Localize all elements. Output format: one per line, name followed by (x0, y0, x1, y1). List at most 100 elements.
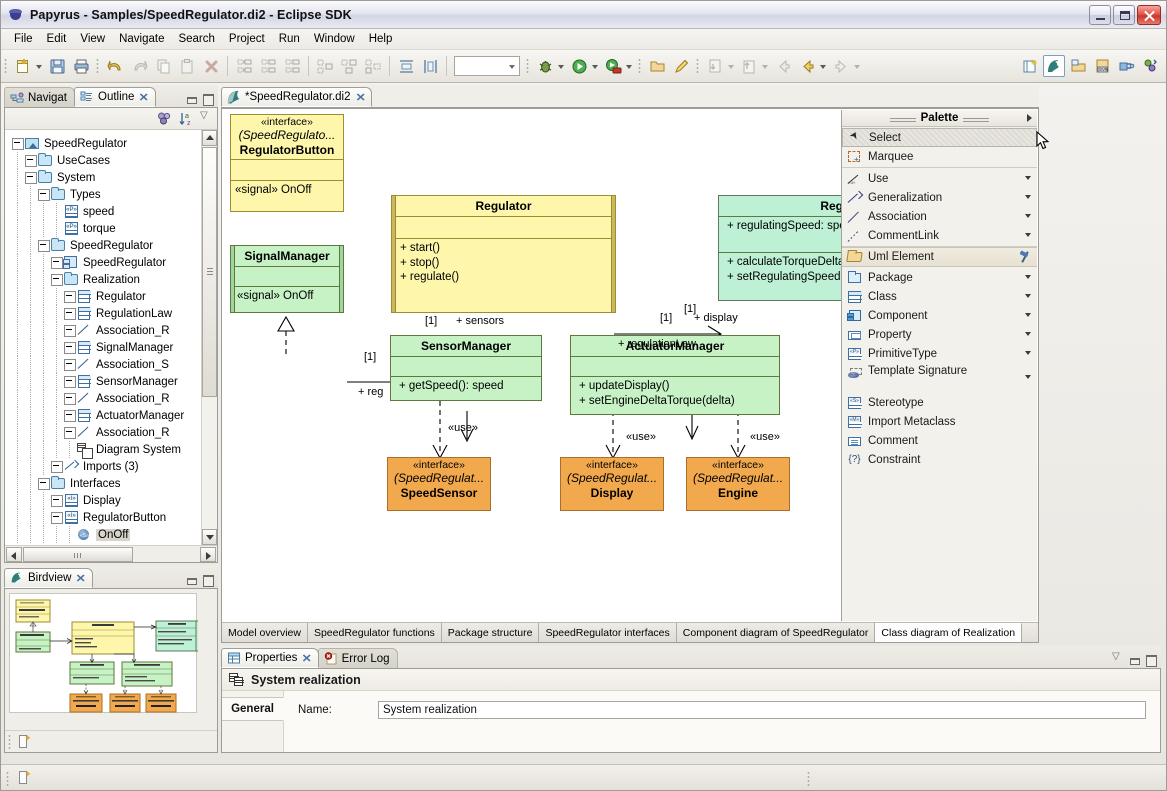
toolbar-grip[interactable] (3, 57, 9, 75)
menu-project[interactable]: Project (222, 31, 272, 47)
maximize-icon[interactable] (201, 93, 214, 105)
tree-vertical-scrollbar[interactable] (201, 130, 217, 545)
uml-node-sensormanager[interactable]: SensorManager + getSpeed(): speed (390, 335, 542, 401)
status-grip[interactable] (5, 770, 11, 786)
minimize-button[interactable] (1089, 5, 1111, 25)
palette-item-select[interactable]: Select (842, 128, 1037, 147)
expander-plus-icon[interactable] (63, 324, 76, 337)
expander-plus-icon[interactable] (50, 460, 63, 473)
tree-row-association-r2[interactable]: Association_R (11, 390, 217, 407)
chevron-down-icon[interactable] (1025, 214, 1031, 218)
diagram-tab-speedregulator-interfaces[interactable]: SpeedRegulator interfaces (539, 623, 676, 642)
chevron-down-icon[interactable] (1025, 195, 1031, 199)
close-icon[interactable]: ✕ (76, 572, 85, 585)
new-document-icon[interactable] (12, 55, 34, 77)
minimize-icon[interactable] (185, 574, 198, 586)
view-menu-icon[interactable] (1112, 654, 1125, 666)
svn-repository-icon[interactable]: SVN (1091, 55, 1113, 77)
palette-item-commentlink[interactable]: CommentLink (842, 226, 1037, 245)
plugin-icon[interactable] (1115, 55, 1137, 77)
palette-item-generalization[interactable]: Generalization (842, 188, 1037, 207)
uml-node-speedsensor[interactable]: «interface» (SpeedRegulat... SpeedSensor (387, 457, 491, 511)
birdview-grip[interactable] (7, 733, 13, 751)
run-dropdown-arrow[interactable] (591, 58, 600, 74)
scroll-right-button[interactable] (200, 547, 216, 562)
expander-minus-icon[interactable] (37, 239, 50, 252)
menu-edit[interactable]: Edit (40, 31, 74, 47)
expander-minus-icon[interactable] (37, 188, 50, 201)
tree-row-system[interactable]: System (11, 169, 217, 186)
menu-window[interactable]: Window (307, 31, 362, 47)
tree-row-speedregulator[interactable]: SpeedRegulator (11, 135, 217, 152)
palette-item-package[interactable]: Package (842, 268, 1037, 287)
papyrus-bird-icon[interactable] (1043, 55, 1065, 77)
palette-drawer-uml-element[interactable]: Uml Element (842, 247, 1037, 267)
chevron-down-icon[interactable] (1025, 233, 1031, 237)
tree-row-display[interactable]: «I» Display (11, 492, 217, 509)
tree-row-usecases[interactable]: UseCases (11, 152, 217, 169)
diagram-tab-package-structure[interactable]: Package structure (442, 623, 540, 642)
tree-row-association-r1[interactable]: Association_R (11, 322, 217, 339)
expander-plus-icon[interactable] (50, 256, 63, 269)
expander-plus-icon[interactable] (24, 154, 37, 167)
chevron-down-icon[interactable] (1025, 332, 1031, 336)
tree-row-torque[interactable]: «P» torque (11, 220, 217, 237)
maximize-icon[interactable] (201, 574, 214, 586)
menu-help[interactable]: Help (362, 31, 400, 47)
tab-outline[interactable]: Outline ✕ (74, 87, 156, 107)
property-tab-general[interactable]: General (222, 697, 284, 721)
close-icon[interactable]: ✕ (139, 91, 148, 104)
tree-row-actuatormanager[interactable]: ActuatorManager (11, 407, 217, 424)
palette-item-template-signature[interactable]: Template Signature (842, 363, 1037, 393)
tree-row-association-s[interactable]: Association_S (11, 356, 217, 373)
diagram-tab-class-diagram-realization[interactable]: Class diagram of Realization (875, 623, 1022, 642)
close-button[interactable] (1137, 5, 1161, 25)
expander-minus-icon[interactable] (11, 137, 24, 150)
tab-speedregulator-di2[interactable]: *SpeedRegulator.di2 ✕ (221, 87, 372, 107)
expander-plus-icon[interactable] (63, 392, 76, 405)
resource-folder-icon[interactable] (1067, 55, 1089, 77)
expander-plus-icon[interactable] (50, 494, 63, 507)
maximize-icon[interactable] (1144, 654, 1157, 666)
tree-horizontal-scrollbar[interactable] (5, 545, 217, 562)
new-dropdown-arrow[interactable] (35, 58, 44, 74)
bug-icon[interactable] (534, 55, 556, 77)
diagram-tab-speedregulator-functions[interactable]: SpeedRegulator functions (308, 623, 442, 642)
uml-node-regulatorbutton[interactable]: «interface» (SpeedRegulato... RegulatorB… (230, 114, 344, 212)
scroll-down-button[interactable] (202, 529, 217, 545)
pin-icon[interactable] (1020, 251, 1031, 263)
expander-minus-icon[interactable] (50, 273, 63, 286)
external-tools-dropdown-arrow[interactable] (625, 58, 634, 74)
undo-arrow-icon[interactable] (104, 55, 126, 77)
toolbar-grip-3[interactable] (525, 57, 531, 75)
birdview-thumbnail[interactable] (9, 593, 197, 713)
palette-item-stereotype[interactable]: «S» Stereotype (842, 393, 1037, 412)
expander-plus-icon[interactable] (63, 307, 76, 320)
pencil-icon[interactable] (670, 55, 692, 77)
tree-row-realization[interactable]: Realization (11, 271, 217, 288)
minimize-icon[interactable] (185, 93, 198, 105)
expander-minus-icon[interactable] (24, 171, 37, 184)
tree-row-regulationlaw[interactable]: RegulationLaw (11, 305, 217, 322)
open-folder-icon[interactable] (646, 55, 668, 77)
view-menu-icon[interactable] (200, 113, 213, 125)
palette-item-use[interactable]: Use (842, 169, 1037, 188)
scroll-thumb[interactable] (202, 147, 217, 397)
palette-item-comment[interactable]: Comment (842, 431, 1037, 450)
scroll-thumb-h[interactable] (23, 547, 133, 562)
tree-row-speed[interactable]: «P» speed (11, 203, 217, 220)
expander-plus-icon[interactable] (63, 341, 76, 354)
menu-navigate[interactable]: Navigate (112, 31, 171, 47)
expander-plus-icon[interactable] (63, 375, 76, 388)
forward-dropdown-arrow[interactable] (819, 58, 828, 74)
uml-node-engine[interactable]: «interface» (SpeedRegulat... Engine (686, 457, 790, 511)
menu-view[interactable]: View (73, 31, 112, 47)
chevron-down-icon[interactable] (1025, 313, 1031, 317)
uml-node-regulator[interactable]: Regulator + start() + stop() + regulate(… (391, 195, 616, 313)
expander-minus-icon[interactable] (50, 511, 63, 524)
minimize-icon[interactable] (1128, 654, 1141, 666)
expander-plus-icon[interactable] (63, 358, 76, 371)
menu-search[interactable]: Search (171, 31, 221, 47)
name-input[interactable]: System realization (378, 701, 1146, 719)
tab-error-log[interactable]: Error Log (318, 648, 398, 668)
